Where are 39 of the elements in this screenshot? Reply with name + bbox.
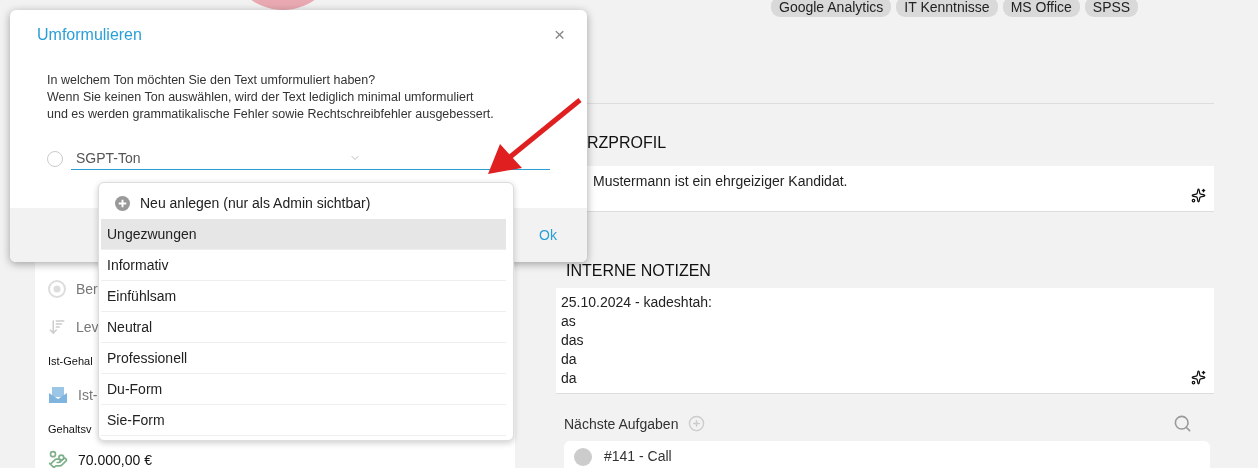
profile-text: Mustermann ist ein ehrgeiziger Kandidat.	[593, 173, 848, 189]
task-card[interactable]: #141 - Call	[564, 441, 1210, 468]
add-icon[interactable]	[688, 415, 706, 432]
field-value: Ber	[76, 281, 98, 297]
dialog-text: und es werden grammatikalische Fehler sowie Rechtschreibfehler ausgebessert.	[47, 106, 495, 123]
plus-icon	[115, 195, 130, 211]
skill-tag: MS Office	[1002, 0, 1080, 17]
skill-tag: Google Analytics	[771, 0, 892, 17]
field-value: Ist-	[78, 387, 98, 403]
field-label: Ist-Gehal	[48, 355, 93, 367]
skill-tag: IT Kenntnisse	[896, 0, 998, 17]
tasks-title: Nächste Aufgaben	[564, 415, 679, 432]
envelope-icon	[48, 386, 68, 404]
radio-button[interactable]	[47, 150, 63, 167]
task-title: #141 - Call	[604, 448, 672, 464]
close-button[interactable]: ×	[553, 24, 565, 46]
note-line: 25.10.2024 - kadeshtah:	[561, 293, 713, 312]
section-heading: RZPROFIL	[586, 134, 668, 152]
field-label: Gehaltsv	[48, 423, 92, 435]
field-value: 70.000,00 €	[78, 452, 152, 468]
skill-tag: SPSS	[1084, 0, 1139, 17]
note-line: da	[561, 350, 578, 369]
search-icon[interactable]	[1173, 414, 1192, 433]
menu-option[interactable]: Ungezwungen	[101, 219, 506, 250]
radio-icon	[48, 280, 66, 298]
hand-money-icon	[48, 450, 68, 468]
dialog-title: Umformulieren	[37, 26, 142, 44]
dialog-text: Wenn Sie keinen Ton auswählen, wird der Text lediglich minimal umformuliert	[47, 89, 475, 106]
section-heading: INTERNE NOTIZEN	[565, 262, 712, 280]
note-line: da	[561, 369, 578, 388]
note-line: das	[561, 331, 585, 350]
dialog-text: In welchem Ton möchten Sie den Text umformuliert haben?	[47, 72, 377, 89]
menu-item[interactable]: Neu anlegen (nur als Admin sichtbar)	[101, 187, 506, 219]
note-line: as	[561, 312, 577, 331]
sort-icon	[48, 318, 66, 336]
sparkle-icon[interactable]	[1191, 188, 1206, 203]
sparkle-icon[interactable]	[1191, 370, 1206, 385]
menu-item-label: Neu anlegen (nur als Admin sichtbar)	[140, 195, 371, 211]
field-value: Lev	[76, 319, 99, 335]
